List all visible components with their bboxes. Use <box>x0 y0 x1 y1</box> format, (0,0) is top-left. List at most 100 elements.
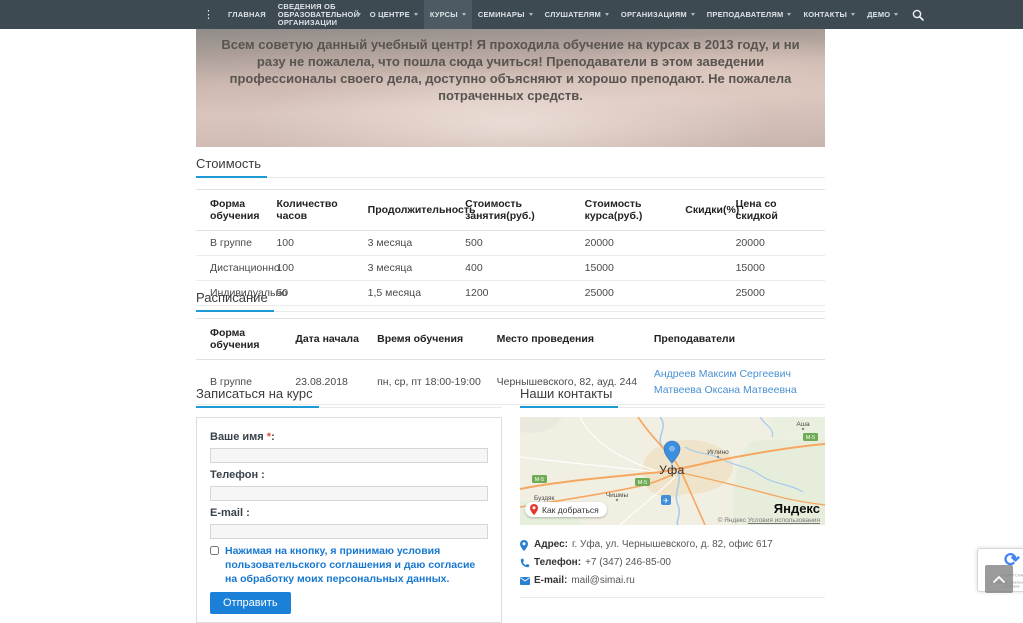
chevron-down-icon <box>894 13 898 16</box>
nav-item-org-info[interactable]: СВЕДЕНИЯ ОБ ОБРАЗОВАТЕЛЬНОЙ ОРГАНИЗАЦИИ <box>272 0 364 29</box>
road-badge-m5: М-5 <box>635 478 650 486</box>
pricing-section: Стоимость Форма обучения Количество часо… <box>196 155 825 306</box>
cell: 500 <box>460 231 580 256</box>
nav-item-contacts[interactable]: КОНТАКТЫ <box>797 0 861 29</box>
col-header: Форма обучения <box>196 319 290 360</box>
col-header: Цена со скидкой <box>731 190 825 231</box>
teacher-link[interactable]: Андреев Максим Сергеевич <box>654 366 820 382</box>
schedule-title-row: Расписание <box>196 289 825 312</box>
nav-item-label: ДЕМО <box>867 10 890 19</box>
submit-button[interactable]: Отправить <box>210 592 291 614</box>
nav-item-label: КОНТАКТЫ <box>803 10 847 19</box>
cell: 100 <box>271 231 362 256</box>
cell: 3 месяца <box>363 256 460 281</box>
contact-phone-row: Телефон: +7 (347) 246-85-00 <box>520 554 825 572</box>
col-header: Продолжительность <box>363 190 460 231</box>
cell: 15000 <box>731 256 825 281</box>
consent-row: Нажимая на кнопку, я принимаю условия по… <box>210 544 488 586</box>
scroll-to-top-button[interactable] <box>985 565 1013 593</box>
review-banner-image: Всем советую данный учебный центр! Я про… <box>196 29 825 147</box>
consent-text: Нажимая на кнопку, я принимаю условия по… <box>225 544 488 586</box>
chevron-down-icon <box>529 13 533 16</box>
svg-text:М-5: М-5 <box>535 477 544 483</box>
phone-value: +7 (347) 246-85-00 <box>585 554 671 572</box>
nav-item-organizations[interactable]: ОРГАНИЗАЦИЯМ <box>615 0 701 29</box>
nav-item-teachers[interactable]: ПРЕПОДАВАТЕЛЯМ <box>701 0 798 29</box>
col-header: Стоимость курса(руб.) <box>580 190 681 231</box>
chevron-down-icon <box>357 13 361 16</box>
nav-item-label: СЕМИНАРЫ <box>478 10 525 19</box>
divider <box>520 597 825 598</box>
nav-item-label: СВЕДЕНИЯ ОБ ОБРАЗОВАТЕЛЬНОЙ ОРГАНИЗАЦИИ <box>278 3 359 27</box>
phone-label: Телефон: <box>534 554 581 572</box>
signup-title: Записаться на курс <box>196 386 319 408</box>
email-value[interactable]: mail@simai.ru <box>571 572 635 590</box>
nav-item-about-center[interactable]: О ЦЕНТРЕ <box>364 0 424 29</box>
cell: 20000 <box>580 231 681 256</box>
chevron-down-icon <box>691 13 695 16</box>
email-field[interactable] <box>210 524 488 539</box>
cell <box>680 231 730 256</box>
map-attribution: © Яндекс Условия использования <box>718 517 820 524</box>
pricing-title-row: Стоимость <box>196 155 825 178</box>
map-city-main-label: Уфа <box>659 463 685 477</box>
nav-item-label: ПРЕПОДАВАТЕЛЯМ <box>707 10 784 19</box>
review-text: Всем советую данный учебный центр! Я про… <box>196 29 825 104</box>
contacts-section: Наши контакты М-5 <box>520 385 825 598</box>
schedule-title: Расписание <box>196 290 274 312</box>
phone-label: Телефон : <box>210 469 488 481</box>
chevron-down-icon <box>605 13 609 16</box>
map-city-label: Иглино <box>707 449 729 456</box>
chevron-down-icon <box>851 13 855 16</box>
airport-icon: ✈ <box>661 495 671 505</box>
chevron-down-icon <box>787 13 791 16</box>
cell: 3 месяца <box>363 231 460 256</box>
cell: В группе <box>196 231 271 256</box>
nav-item-label: СЛУШАТЕЛЯМ <box>545 10 601 19</box>
nav-item-courses[interactable]: КУРСЫ <box>424 0 472 29</box>
signup-section: Записаться на курс Ваше имя *: Телефон :… <box>196 385 502 623</box>
email-label: E-mail : <box>210 507 488 519</box>
envelope-icon <box>520 577 534 585</box>
nav-item-home[interactable]: ГЛАВНАЯ <box>222 0 272 29</box>
signup-form: Ваше имя *: Телефон : E-mail : Нажимая н… <box>196 417 502 623</box>
directions-button[interactable]: Как добраться <box>525 502 607 517</box>
svg-text:✈: ✈ <box>663 498 669 505</box>
col-header: Форма обучения <box>196 190 271 231</box>
contact-list: Адрес: г. Уфа, ул. Чернышевского, д. 82,… <box>520 536 825 590</box>
menu-dots-icon[interactable]: ⋮ <box>197 0 222 29</box>
yandex-map[interactable]: М-5 М-5 М-5 ✈ Аша Иглино Чишмы Буздяк Уф… <box>520 417 825 525</box>
nav-item-label: О ЦЕНТРЕ <box>370 10 410 19</box>
phone-field[interactable] <box>210 486 488 501</box>
nav-item-label: ГЛАВНАЯ <box>228 10 266 19</box>
contacts-title-row: Наши контакты <box>520 385 825 408</box>
col-header: Количество часов <box>271 190 362 231</box>
nav-item-demo[interactable]: ДЕМО <box>861 0 904 29</box>
yandex-logo[interactable]: Яндекс <box>774 501 820 516</box>
map-city-label: Аша <box>796 421 810 428</box>
table-row: Дистанционно 100 3 месяца 400 15000 1500… <box>196 256 825 281</box>
map-city-label: Чишмы <box>606 492 629 499</box>
table-row: В группе 100 3 месяца 500 20000 20000 <box>196 231 825 256</box>
chevron-up-icon <box>993 576 1005 583</box>
consent-checkbox[interactable] <box>210 546 219 555</box>
name-label: Ваше имя *: <box>210 431 488 443</box>
nav-item-seminars[interactable]: СЕМИНАРЫ <box>472 0 539 29</box>
nav-item-label: ОРГАНИЗАЦИЯМ <box>621 10 687 19</box>
address-value: г. Уфа, ул. Чернышевского, д. 82, офис 6… <box>572 536 773 554</box>
search-icon[interactable] <box>904 0 932 29</box>
cell: Дистанционно <box>196 256 271 281</box>
cell: 20000 <box>731 231 825 256</box>
col-header: Стоимость занятия(руб.) <box>460 190 580 231</box>
location-pin-icon <box>520 540 534 551</box>
cell: 100 <box>271 256 362 281</box>
terms-link[interactable]: Условия использования <box>748 517 820 524</box>
cell: 15000 <box>580 256 681 281</box>
nav-item-students[interactable]: СЛУШАТЕЛЯМ <box>539 0 615 29</box>
contact-address-row: Адрес: г. Уфа, ул. Чернышевского, д. 82,… <box>520 536 825 554</box>
chevron-down-icon <box>462 13 466 16</box>
pricing-title: Стоимость <box>196 156 267 178</box>
name-field[interactable] <box>210 448 488 463</box>
email-label: E-mail: <box>534 572 567 590</box>
svg-text:М-5: М-5 <box>638 480 647 486</box>
